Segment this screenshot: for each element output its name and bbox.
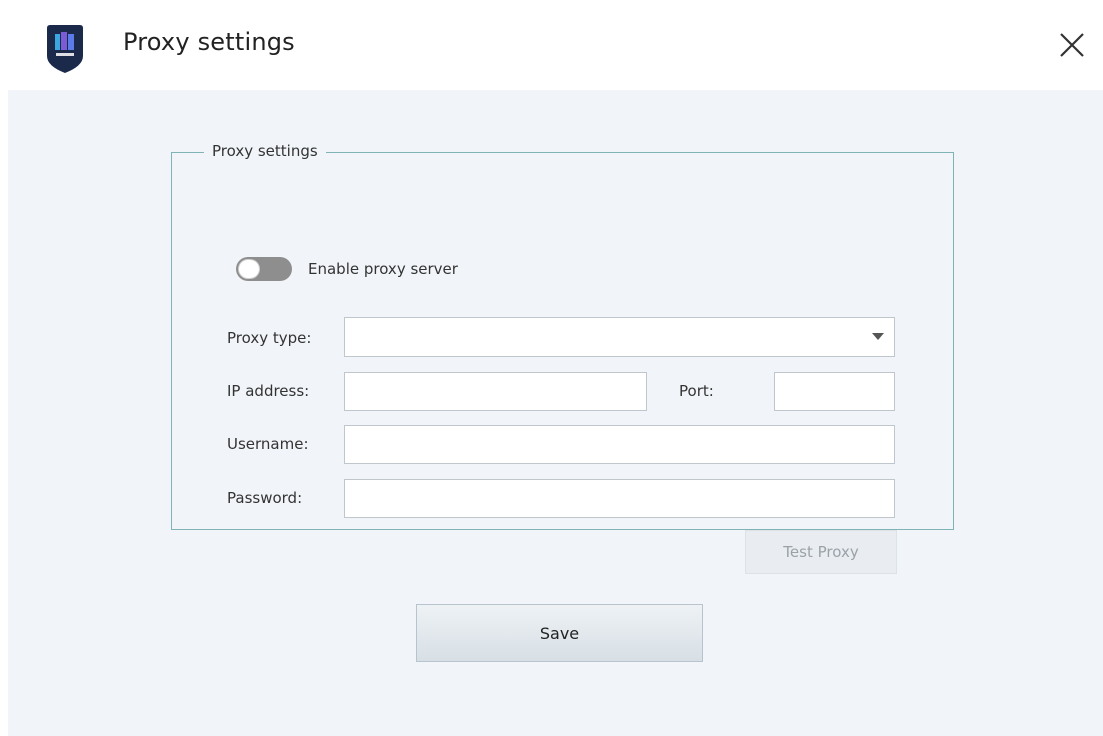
chevron-down-icon[interactable] [872,333,884,340]
port-label: Port: [679,382,714,400]
dialog-content: Proxy settings Enable proxy server Proxy… [8,90,1103,736]
app-logo-icon [44,24,86,74]
enable-proxy-toggle[interactable] [236,257,292,281]
username-label: Username: [227,435,309,453]
window-title: Proxy settings [123,28,295,56]
test-proxy-button[interactable]: Test Proxy [745,530,897,574]
close-button[interactable] [1055,28,1089,62]
ip-address-label: IP address: [227,382,310,400]
proxy-settings-window: Proxy settings Proxy settings Enable pro… [0,0,1103,736]
title-bar: Proxy settings [0,0,1103,90]
proxy-type-select[interactable] [344,317,895,357]
port-input[interactable] [774,372,895,411]
enable-proxy-row: Enable proxy server [236,256,458,282]
close-icon[interactable] [1055,28,1089,62]
toggle-knob [238,259,260,279]
group-legend: Proxy settings [204,142,326,160]
ip-address-input[interactable] [344,372,647,411]
username-input[interactable] [344,425,895,464]
password-input[interactable] [344,479,895,518]
proxy-settings-group: Proxy settings Enable proxy server Proxy… [171,142,954,574]
enable-proxy-label: Enable proxy server [308,260,458,278]
proxy-type-label: Proxy type: [227,329,312,347]
save-button[interactable]: Save [416,604,703,662]
password-label: Password: [227,489,303,507]
